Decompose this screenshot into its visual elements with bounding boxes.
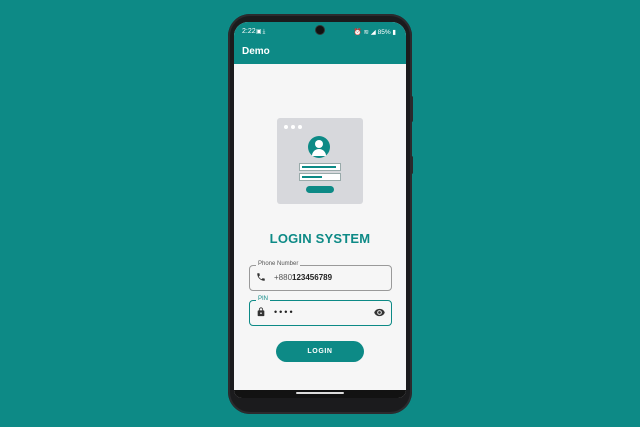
home-gesture-bar[interactable] bbox=[296, 392, 344, 394]
status-time: 2:22 bbox=[242, 28, 256, 35]
phone-icon bbox=[257, 273, 265, 281]
notification-icons: ▣⤓ bbox=[256, 28, 266, 36]
illustration-username-field bbox=[299, 163, 341, 171]
status-bar: 2:22 ▣⤓ ⏰ ≋ ◢ 85% ▮ bbox=[234, 22, 406, 42]
download-icon: ⤓ bbox=[262, 29, 267, 35]
illustration-password-field bbox=[299, 173, 341, 181]
window-dot bbox=[298, 125, 302, 129]
app-title: Demo bbox=[242, 46, 270, 57]
window-dot bbox=[291, 125, 295, 129]
pin-field[interactable]: PIN •••• bbox=[249, 296, 392, 326]
gallery-icon: ▣ bbox=[256, 29, 263, 35]
volume-button bbox=[410, 96, 413, 122]
power-button bbox=[410, 156, 413, 174]
window-dot bbox=[284, 125, 288, 129]
login-illustration bbox=[277, 118, 363, 204]
phone-number-value: 123456789 bbox=[292, 273, 333, 282]
app-bar: Demo bbox=[234, 42, 406, 64]
eye-icon[interactable] bbox=[374, 308, 385, 317]
phone-number-field[interactable]: Phone Number +880 123456789 bbox=[249, 261, 392, 291]
signal-icon: ◢ bbox=[370, 29, 376, 36]
phone-number-label: Phone Number bbox=[256, 261, 301, 267]
wifi-icon: ≋ bbox=[363, 29, 369, 36]
lock-icon bbox=[257, 307, 265, 317]
front-camera bbox=[316, 26, 324, 34]
illustration-button bbox=[306, 186, 334, 193]
pin-label: PIN bbox=[256, 296, 271, 302]
login-button[interactable]: LOGIN bbox=[276, 341, 364, 362]
status-right: ⏰ ≋ ◢ 85% ▮ bbox=[354, 28, 396, 36]
battery-icon: ▮ bbox=[392, 29, 396, 36]
phone-screen: 2:22 ▣⤓ ⏰ ≋ ◢ 85% ▮ Demo LOGIN SYSTEM Ph… bbox=[234, 22, 406, 398]
page-title: LOGIN SYSTEM bbox=[269, 231, 371, 246]
navigation-bar bbox=[234, 390, 406, 398]
user-avatar-icon bbox=[308, 136, 330, 158]
battery-level: 85% bbox=[377, 29, 391, 36]
alarm-icon: ⏰ bbox=[353, 29, 362, 36]
country-code-prefix: +880 bbox=[274, 273, 293, 282]
pin-value: •••• bbox=[274, 307, 295, 317]
